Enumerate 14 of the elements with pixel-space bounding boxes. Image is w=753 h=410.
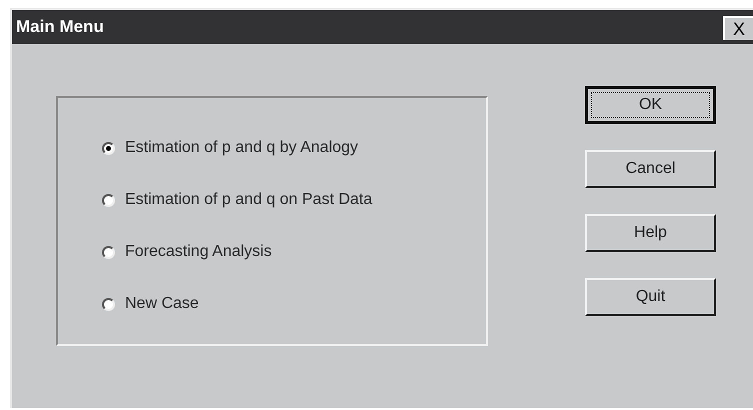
dialog-button[interactable]: Cancel xyxy=(585,150,716,188)
dialog-button[interactable]: Help xyxy=(585,214,716,252)
dialog-button[interactable]: OK xyxy=(585,86,716,124)
option-label[interactable]: Estimation of p and q on Past Data xyxy=(125,188,372,212)
radio-button[interactable] xyxy=(102,246,115,258)
radio-button[interactable] xyxy=(102,142,115,154)
option-label[interactable]: Forecasting Analysis xyxy=(125,240,272,264)
radio-button[interactable] xyxy=(102,194,115,206)
radio-button[interactable] xyxy=(102,298,115,310)
option-label[interactable]: Estimation of p and q by Analogy xyxy=(125,136,358,160)
dialog-button[interactable]: Quit xyxy=(585,278,716,316)
option-label[interactable]: New Case xyxy=(125,292,199,316)
window-title: Main Menu xyxy=(16,17,104,37)
close-button[interactable]: X xyxy=(723,16,753,40)
